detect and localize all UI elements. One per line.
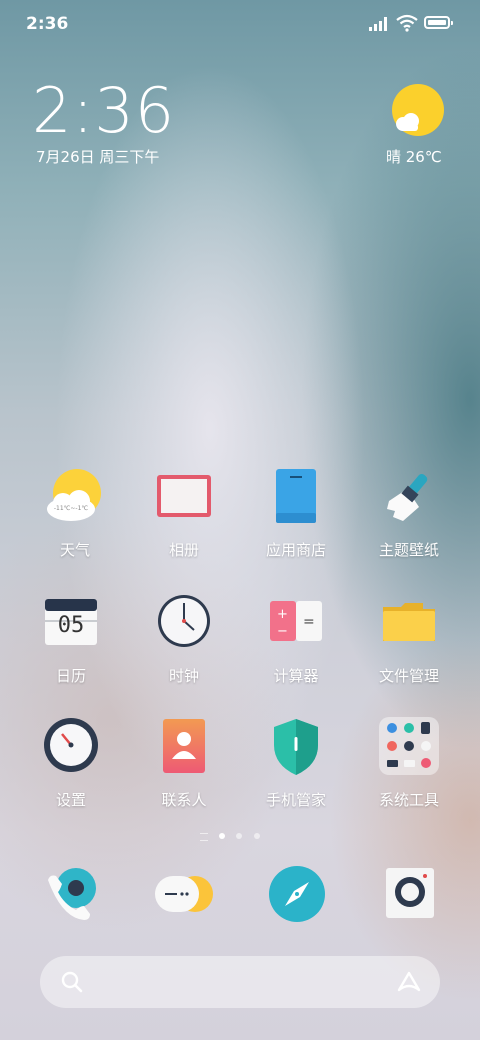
dock-phone[interactable]: [42, 864, 102, 924]
contacts-icon: [154, 717, 214, 777]
app-label: 系统工具: [378, 791, 439, 809]
shield-icon: [266, 717, 326, 777]
app-label: 主题壁纸: [378, 541, 439, 559]
app-gallery[interactable]: 相册: [134, 467, 234, 560]
clock-widget-time[interactable]: 2:36: [32, 74, 175, 147]
theme-brush-icon: [379, 467, 439, 527]
app-label: 相册: [168, 541, 199, 559]
app-label: 天气: [59, 541, 90, 559]
app-calculator[interactable]: + − = 计算器: [246, 593, 346, 686]
dock-messages[interactable]: [155, 864, 215, 924]
phone-icon: [48, 868, 96, 920]
app-store-icon: [266, 467, 326, 527]
weather-icon: -11℃~-1℃: [45, 467, 105, 527]
camera-icon: [386, 868, 434, 918]
status-bar: 2:36: [0, 0, 480, 50]
status-time: 2:36: [26, 14, 69, 34]
calendar-day: 05: [57, 613, 85, 638]
app-files[interactable]: 文件管理: [359, 593, 459, 686]
app-calendar[interactable]: 05 日历: [21, 593, 121, 686]
page-dot[interactable]: [236, 833, 242, 839]
svg-text:−: −: [277, 624, 288, 639]
app-label: 手机管家: [265, 791, 326, 809]
app-clock[interactable]: 时钟: [134, 593, 234, 686]
app-settings[interactable]: 设置: [21, 717, 121, 810]
battery-icon: [424, 16, 453, 29]
app-label: 时钟: [168, 667, 199, 685]
app-security[interactable]: 手机管家: [246, 717, 346, 810]
app-label: 联系人: [161, 791, 207, 809]
page-indicator[interactable]: [200, 831, 280, 841]
wifi-icon: [396, 14, 418, 32]
app-weather[interactable]: -11℃~-1℃ 天气: [25, 467, 125, 560]
app-contacts[interactable]: 联系人: [134, 717, 234, 810]
page-dot[interactable]: [254, 833, 260, 839]
app-store[interactable]: 应用商店: [246, 467, 346, 560]
dock-browser[interactable]: [267, 864, 327, 924]
signal-icon: [369, 17, 387, 31]
gallery-icon: [154, 467, 214, 527]
page-dot-list[interactable]: [200, 833, 208, 841]
search-icon: [61, 971, 83, 993]
app-label: 日历: [55, 667, 86, 685]
search-bar[interactable]: [40, 956, 440, 1008]
weather-cloud-icon: [396, 113, 419, 131]
svg-text:+: +: [277, 607, 288, 622]
page-dot-current[interactable]: [219, 833, 225, 839]
clock-icon: [154, 593, 214, 653]
app-label: 应用商店: [265, 541, 326, 559]
folder-icon: [379, 593, 439, 653]
dock-camera[interactable]: [380, 864, 440, 924]
calculator-icon: + − =: [266, 593, 326, 653]
app-label: 文件管理: [378, 667, 439, 685]
app-system-tools[interactable]: 系统工具: [359, 717, 459, 810]
weather-icon-temp: -11℃~-1℃: [53, 505, 89, 512]
calendar-icon: 05: [41, 593, 101, 653]
app-theme[interactable]: 主题壁纸: [359, 467, 459, 560]
app-label: 设置: [55, 791, 86, 809]
assistant-icon[interactable]: [396, 970, 422, 994]
clock-widget-date[interactable]: 7月26日 周三下午: [36, 146, 159, 167]
svg-text:=: =: [303, 614, 315, 630]
settings-gauge-icon: [41, 717, 101, 777]
messages-icon: [155, 876, 213, 912]
weather-widget-text[interactable]: 晴 26℃: [386, 146, 442, 167]
browser-compass-icon: [269, 866, 325, 922]
system-tools-folder-icon: [379, 717, 439, 777]
app-label: 计算器: [273, 667, 319, 685]
